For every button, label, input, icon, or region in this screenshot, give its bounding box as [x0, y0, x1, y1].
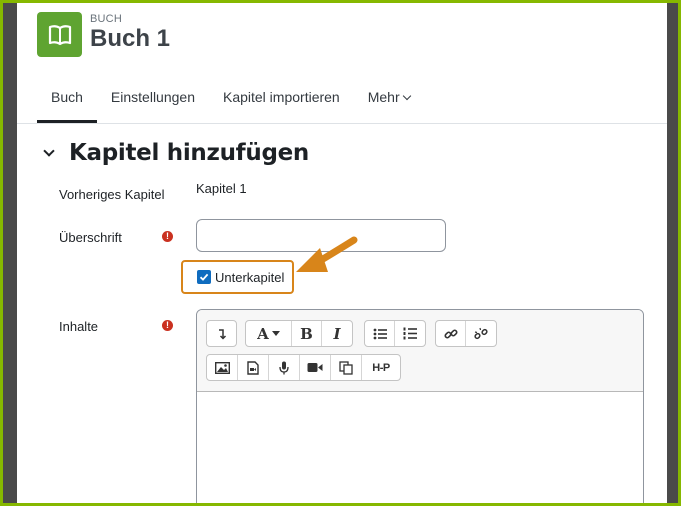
tabs-divider	[17, 123, 667, 124]
image-icon[interactable]	[207, 355, 238, 380]
copy-icon[interactable]	[331, 355, 362, 380]
section-title: Kapitel hinzufügen	[69, 140, 309, 166]
bold-icon[interactable]: B	[292, 321, 322, 346]
content-editor: A B I H-P	[196, 309, 644, 506]
section-header[interactable]: Kapitel hinzufügen	[43, 140, 309, 166]
page-kicker: BUCH	[90, 13, 122, 25]
microphone-icon[interactable]	[269, 355, 300, 380]
secondary-navigation: Buch Einstellungen Kapitel importieren M…	[37, 80, 424, 123]
book-icon	[37, 12, 82, 57]
toolbar-group-media: H-P	[206, 354, 401, 381]
chevron-down-icon	[402, 91, 411, 101]
page: BUCH Buch 1 Buch Einstellungen Kapitel i…	[17, 0, 667, 506]
toolbar-group-lists	[364, 320, 426, 347]
page-title: Buch 1	[90, 25, 171, 52]
ordered-list-icon[interactable]	[395, 321, 425, 346]
tab-mehr[interactable]: Mehr	[354, 80, 424, 123]
collapse-icon[interactable]	[207, 321, 236, 346]
left-frame	[0, 0, 17, 506]
page-header: BUCH Buch 1	[37, 12, 170, 60]
subchapter-checkbox-highlight: Unterkapitel	[181, 260, 294, 294]
toolbar-group-format: A B I	[245, 320, 353, 347]
unordered-list-icon[interactable]	[365, 321, 395, 346]
heading-label: Überschrift	[59, 230, 122, 245]
tab-kapitel-importieren[interactable]: Kapitel importieren	[209, 80, 354, 123]
tab-mehr-label: Mehr	[367, 89, 400, 105]
link-icon[interactable]	[436, 321, 466, 346]
tab-buch[interactable]: Buch	[37, 80, 97, 123]
editor-content-area[interactable]	[197, 392, 643, 506]
video-icon[interactable]	[300, 355, 331, 380]
previous-chapter-value: Kapitel 1	[196, 181, 247, 196]
subchapter-checkbox[interactable]	[197, 270, 211, 284]
tab-einstellungen[interactable]: Einstellungen	[97, 80, 209, 123]
h5p-icon[interactable]: H-P	[362, 355, 400, 380]
required-icon: !	[162, 320, 173, 331]
previous-chapter-label: Vorheriges Kapitel	[59, 187, 165, 202]
content-label: Inhalte	[59, 319, 99, 334]
font-size-label: A	[257, 324, 269, 343]
toolbar-group-links	[435, 320, 497, 347]
editor-toolbar: A B I H-P	[197, 310, 643, 392]
right-frame	[667, 0, 681, 506]
media-icon[interactable]	[238, 355, 269, 380]
italic-icon[interactable]: I	[322, 321, 352, 346]
subchapter-label[interactable]: Unterkapitel	[215, 270, 284, 285]
font-size-icon[interactable]: A	[246, 321, 292, 346]
toolbar-group-collapse	[206, 320, 237, 347]
collapse-chevron-icon[interactable]	[43, 145, 55, 157]
required-icon: !	[162, 231, 173, 242]
unlink-icon[interactable]	[466, 321, 496, 346]
annotation-arrow-icon	[296, 236, 358, 272]
